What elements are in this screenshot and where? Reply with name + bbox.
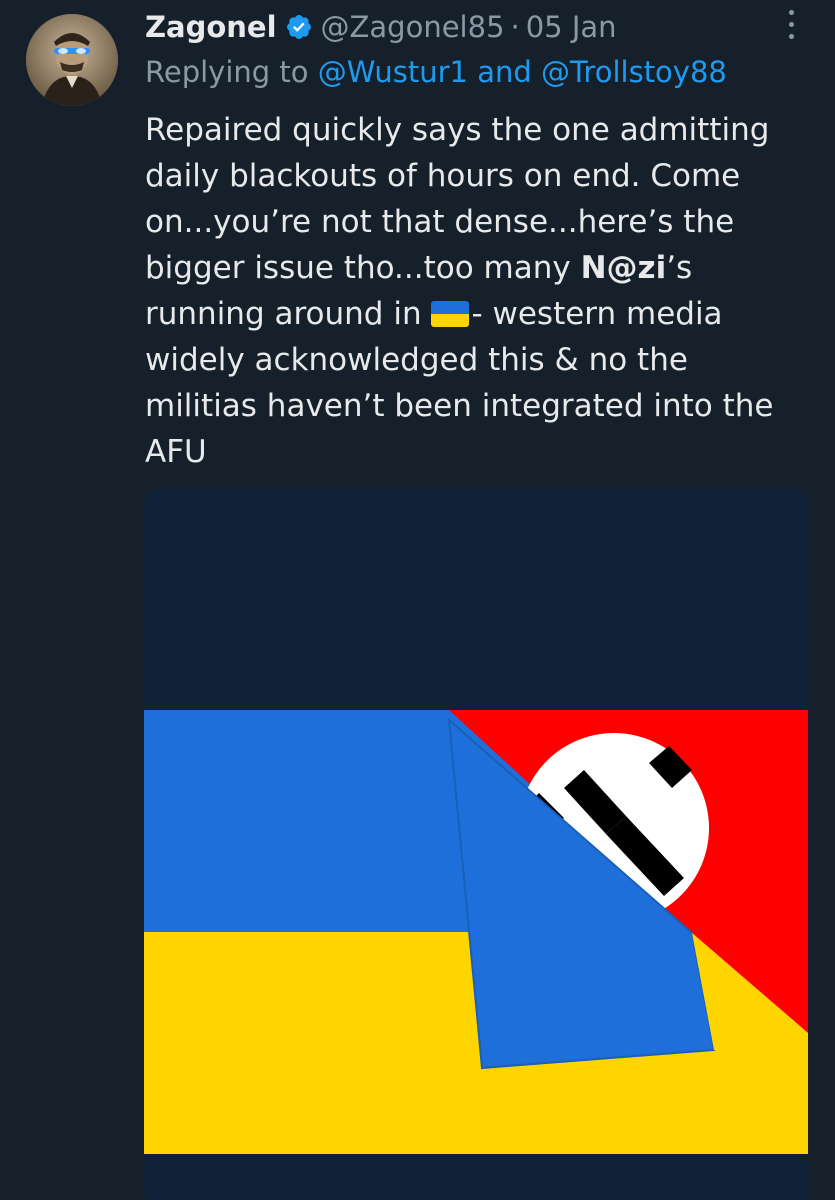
- mention-link-1[interactable]: @Wustur1: [318, 55, 468, 89]
- display-name[interactable]: Zagonel: [145, 10, 277, 44]
- body-line: on...you’re not that dense...here’s the: [145, 204, 735, 240]
- tweet: Zagonel @Zagonel85 · 05 Jan Replying to …: [0, 0, 835, 1200]
- verified-badge-icon: [286, 15, 311, 39]
- tweet-media-image[interactable]: [144, 488, 808, 1200]
- body-text: running around in: [145, 296, 432, 332]
- mention-link-2[interactable]: @Trollstoy88: [541, 55, 727, 89]
- body-line: daily blackouts of hours on end. Come: [145, 158, 741, 194]
- body-line: running around in - western media: [145, 291, 809, 337]
- replying-to: Replying to @Wustur1 and @Trollstoy88: [145, 55, 727, 89]
- flag-image: [144, 488, 808, 1200]
- body-text: ’s: [666, 250, 693, 286]
- body-text: bigger issue tho...too many: [145, 250, 581, 286]
- body-line: widely acknowledged this & no the: [145, 342, 688, 378]
- body-line: militias haven’t been integrated into th…: [145, 388, 774, 424]
- reply-prefix: Replying to: [145, 55, 309, 89]
- reply-and[interactable]: and: [477, 55, 532, 89]
- body-line: AFU: [145, 434, 207, 470]
- body-line: Repaired quickly says the one admitting: [145, 112, 770, 148]
- tweet-date[interactable]: 05 Jan: [526, 10, 617, 44]
- body-line: bigger issue tho...too many N@zi’s: [145, 245, 809, 291]
- avatar[interactable]: [26, 14, 118, 106]
- separator-dot: ·: [510, 10, 520, 44]
- body-text: - western media: [471, 296, 723, 332]
- tweet-header: Zagonel @Zagonel85 · 05 Jan: [145, 6, 617, 48]
- body-bold-text: N@zi: [580, 250, 667, 286]
- tweet-body: Repaired quickly says the one admitting …: [145, 107, 809, 475]
- user-handle[interactable]: @Zagonel85: [321, 10, 505, 44]
- ukraine-flag-emoji: [431, 301, 470, 327]
- avatar-portrait: [26, 14, 118, 106]
- more-vertical-icon[interactable]: [785, 10, 797, 44]
